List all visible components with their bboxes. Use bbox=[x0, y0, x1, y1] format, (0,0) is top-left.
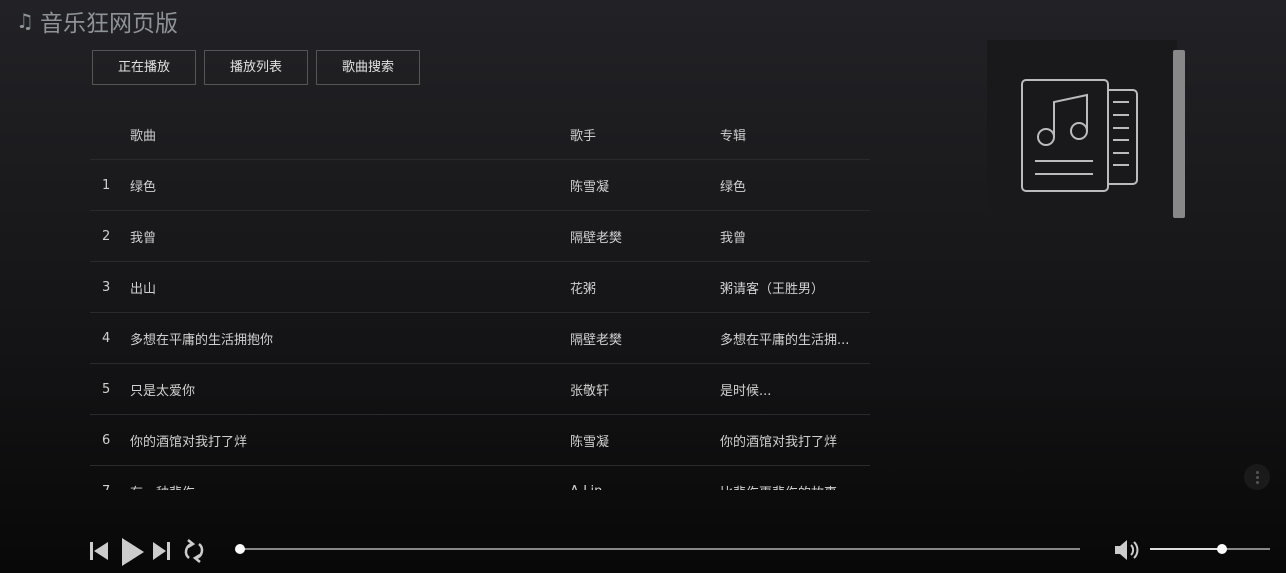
disc-handle bbox=[1173, 50, 1185, 218]
row-index: 2 bbox=[102, 228, 111, 244]
album-name: 你的酒馆对我打了烊 bbox=[720, 434, 838, 450]
album-name: 我曾 bbox=[720, 230, 747, 246]
song-title: 有一种悲伤 bbox=[130, 482, 570, 491]
row-index: 3 bbox=[102, 279, 111, 295]
playlist-music-icon bbox=[1021, 79, 1138, 192]
album-name: 比悲伤更悲伤的故事 bbox=[720, 482, 870, 491]
row-index: 5 bbox=[102, 381, 111, 397]
play-icon[interactable] bbox=[122, 538, 144, 566]
album-name: 多想在平庸的生活拥... bbox=[720, 332, 850, 348]
tab-now-playing[interactable]: 正在播放 bbox=[92, 50, 197, 85]
row-index: 7 bbox=[90, 484, 130, 491]
next-icon[interactable] bbox=[153, 542, 170, 560]
row-index: 1 bbox=[102, 177, 111, 193]
repeat-icon[interactable] bbox=[184, 539, 204, 563]
song-title: 出山 bbox=[130, 281, 157, 297]
volume-fill bbox=[1150, 548, 1222, 550]
song-title: 多想在平庸的生活拥抱你 bbox=[130, 332, 274, 348]
music-note-icon: ♫ bbox=[16, 9, 34, 33]
volume-knob[interactable] bbox=[1217, 544, 1227, 554]
tab-bar: 正在播放 播放列表 歌曲搜索 bbox=[92, 50, 421, 85]
song-title: 我曾 bbox=[130, 230, 157, 246]
album-name: 是时候... bbox=[720, 383, 772, 399]
tab-playlist[interactable]: 播放列表 bbox=[204, 50, 309, 85]
artist-name: 陈雪凝 bbox=[570, 179, 610, 195]
header-album: 专辑 bbox=[720, 129, 747, 144]
row-index: 6 bbox=[102, 432, 111, 448]
app-logo: ♫ 音乐狂网页版 bbox=[16, 4, 178, 38]
artist-name: 张敬轩 bbox=[570, 383, 610, 399]
album-cover bbox=[987, 40, 1177, 225]
album-name: 粥请客（王胜男） bbox=[720, 281, 825, 297]
tab-song-search[interactable]: 歌曲搜索 bbox=[316, 50, 421, 85]
progress-knob[interactable] bbox=[235, 544, 245, 554]
header-song: 歌曲 bbox=[130, 129, 157, 144]
song-title: 你的酒馆对我打了烊 bbox=[130, 434, 248, 450]
song-title: 只是太爱你 bbox=[130, 383, 196, 399]
artist-name: 花粥 bbox=[570, 281, 597, 297]
row-index: 4 bbox=[102, 330, 111, 346]
artist-name: 隔壁老樊 bbox=[570, 332, 623, 348]
table-row[interactable]: 1 绿色 陈雪凝 绿色 bbox=[90, 160, 870, 211]
table-row[interactable]: 7有一种悲伤A-Lin比悲伤更悲伤的故事 bbox=[90, 466, 870, 491]
player-bar bbox=[0, 530, 1286, 570]
more-options-button[interactable] bbox=[1244, 464, 1270, 490]
artist-name: A-Lin bbox=[570, 484, 720, 491]
header-artist: 歌手 bbox=[570, 129, 597, 144]
volume-icon[interactable] bbox=[1113, 538, 1141, 562]
app-title: 音乐狂网页版 bbox=[39, 11, 178, 37]
previous-icon[interactable] bbox=[90, 542, 108, 560]
song-title: 绿色 bbox=[130, 179, 157, 195]
table-row[interactable]: 4 多想在平庸的生活拥抱你 隔壁老樊 多想在平庸的生活拥... bbox=[90, 313, 870, 364]
table-row[interactable]: 6 你的酒馆对我打了烊 陈雪凝 你的酒馆对我打了烊 bbox=[90, 415, 870, 466]
progress-slider[interactable] bbox=[235, 544, 1080, 554]
table-row[interactable]: 3 出山 花粥 粥请客（王胜男） bbox=[90, 262, 870, 313]
table-header: 歌曲 歌手 专辑 bbox=[90, 110, 870, 160]
album-name: 绿色 bbox=[720, 179, 747, 195]
artist-name: 陈雪凝 bbox=[570, 434, 610, 450]
volume-slider[interactable] bbox=[1150, 544, 1270, 554]
artist-name: 隔壁老樊 bbox=[570, 230, 623, 246]
table-row[interactable]: 5 只是太爱你 张敬轩 是时候... bbox=[90, 364, 870, 415]
table-row[interactable]: 2 我曾 隔壁老樊 我曾 bbox=[90, 211, 870, 262]
song-list: 歌曲 歌手 专辑 1 绿色 陈雪凝 绿色 2 我曾 隔壁老樊 我曾 3 出山 花粥 粥请客（王胜男） 4… bbox=[90, 110, 870, 490]
